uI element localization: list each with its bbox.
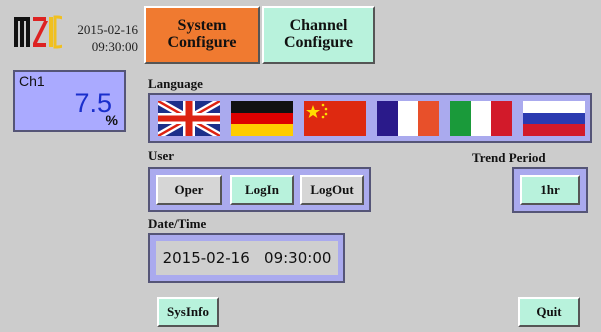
quit-button[interactable]: Quit [518, 297, 580, 327]
channel-configure-line1: Channel [289, 17, 348, 35]
channel-name: Ch1 [19, 73, 45, 89]
flag-italy-icon[interactable] [450, 101, 512, 136]
sysinfo-button[interactable]: SysInfo [157, 297, 219, 327]
channel-readout[interactable]: Ch1 7.5 % [13, 70, 126, 132]
header-time: 09:30:00 [91, 39, 138, 54]
system-configure-line1: System [177, 17, 227, 35]
flag-uk-icon[interactable] [158, 101, 220, 136]
login-button[interactable]: LogIn [230, 175, 294, 205]
language-label: Language [148, 76, 203, 91]
company-logo [14, 14, 74, 50]
datetime-field[interactable]: 2015-02-16 09:30:00 [156, 241, 338, 275]
flag-russia-icon[interactable] [523, 101, 585, 136]
trend-period-button[interactable]: 1hr [520, 175, 580, 205]
flag-china-icon[interactable] [304, 101, 366, 136]
user-panel: Oper LogIn LogOut [148, 167, 371, 212]
user-label: User [148, 148, 174, 163]
oper-button[interactable]: Oper [156, 175, 222, 205]
trend-period-panel: 1hr [512, 167, 588, 213]
channel-configure-line2: Configure [283, 34, 354, 51]
flag-france-icon[interactable] [377, 101, 439, 136]
flag-germany-icon[interactable] [231, 101, 293, 136]
datetime-panel: 2015-02-16 09:30:00 [148, 233, 345, 283]
language-panel [148, 93, 592, 143]
system-configure-button[interactable]: System Configure [144, 6, 260, 64]
header-datetime: 2015-02-16 09:30:00 [64, 21, 138, 55]
trend-period-label: Trend Period [472, 150, 546, 165]
channel-configure-button[interactable]: Channel Configure [262, 6, 375, 64]
header-date: 2015-02-16 [77, 22, 138, 37]
datetime-label: Date/Time [148, 216, 207, 231]
channel-unit: % [105, 112, 118, 128]
system-configure-line2: Configure [167, 34, 237, 51]
logout-button[interactable]: LogOut [300, 175, 364, 205]
